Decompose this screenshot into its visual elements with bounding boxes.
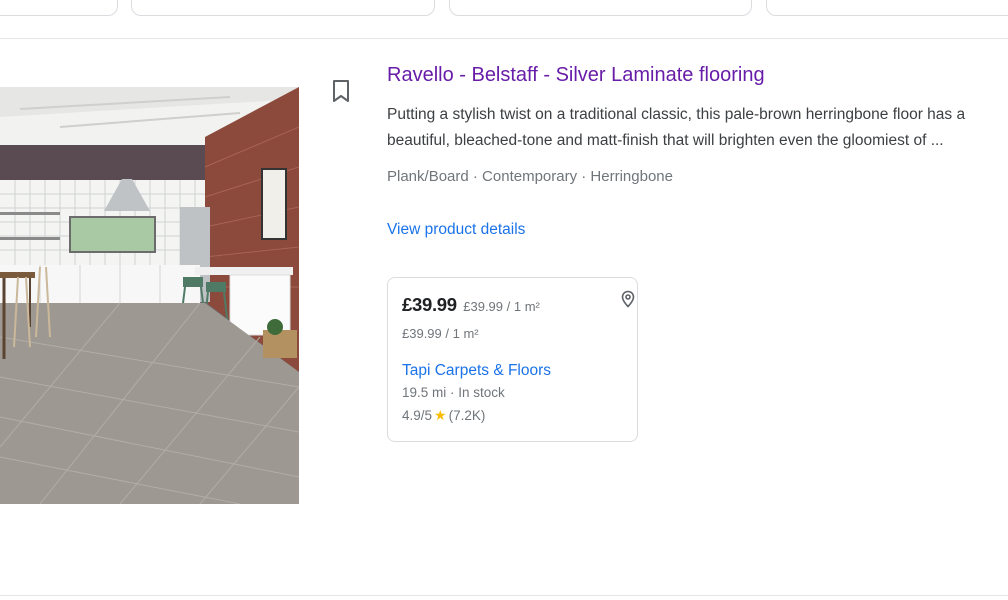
price-row: £39.99 £39.99 / 1 m² — [402, 294, 540, 316]
product-title-link[interactable]: Ravello - Belstaff - Silver Laminate flo… — [387, 64, 765, 87]
rating-value: 4.9/5 — [402, 408, 433, 423]
kitchen-herringbone-floor-image — [0, 87, 299, 504]
view-product-details-link[interactable]: View product details — [387, 221, 525, 239]
distance-stock-status: 19.5 mi · In stock — [402, 385, 505, 400]
rating-count: (7.2K) — [448, 408, 486, 423]
merchant-link[interactable]: Tapi Carpets & Floors — [402, 362, 551, 380]
offer-card[interactable]: £39.99 £39.99 / 1 m² £39.99 / 1 m² Tapi … — [387, 277, 638, 442]
filter-chip[interactable] — [449, 0, 752, 16]
filter-chip[interactable] — [0, 0, 118, 16]
filter-chip[interactable] — [131, 0, 435, 16]
filter-chip[interactable] — [766, 0, 1008, 16]
product-image[interactable] — [0, 87, 299, 504]
divider — [0, 38, 1008, 39]
merchant-rating: 4.9/5 ★ (7.2K) — [402, 407, 485, 424]
price: £39.99 — [402, 294, 457, 315]
divider — [0, 595, 1008, 596]
star-icon: ★ — [434, 407, 447, 423]
bookmark-icon[interactable] — [330, 79, 352, 103]
product-tags: Plank/Board · Contemporary · Herringbone — [387, 168, 673, 185]
location-pin-icon — [620, 290, 636, 308]
unit-price: £39.99 / 1 m² — [402, 326, 479, 341]
product-description: Putting a stylish twist on a traditional… — [387, 106, 966, 149]
unit-price-inline: £39.99 / 1 m² — [463, 299, 540, 314]
